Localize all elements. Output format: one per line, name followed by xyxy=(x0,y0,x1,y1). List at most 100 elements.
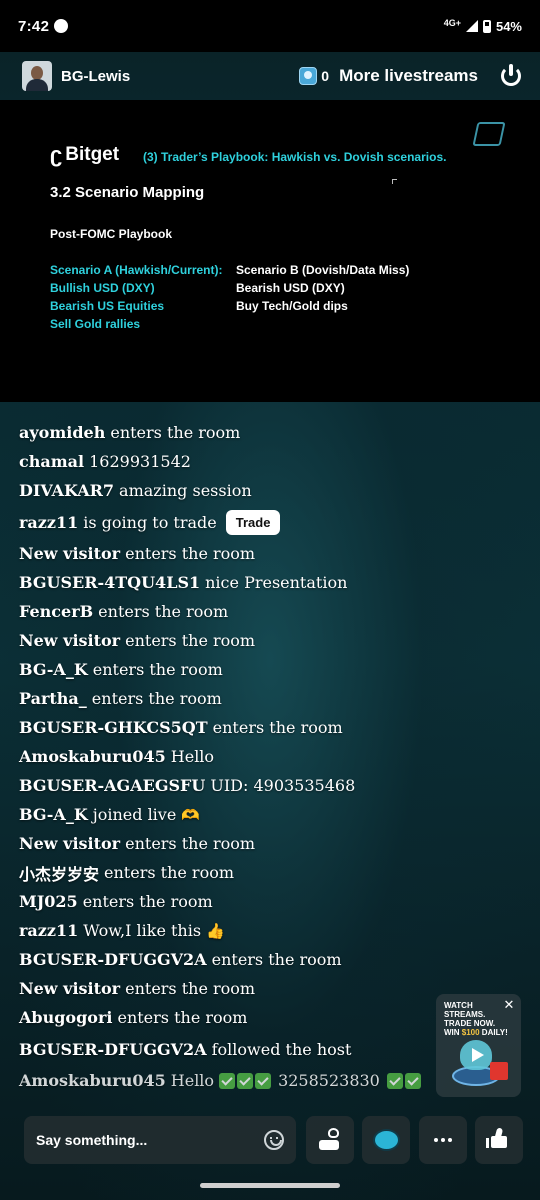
chat-username[interactable]: Partha_ xyxy=(19,689,87,708)
chat-message: BG-A_K enters the room xyxy=(19,655,419,684)
chat-message: New visitor enters the room xyxy=(19,829,419,858)
video-player[interactable]: ʗ Bitget (3) Trader’s Playbook: Hawkish … xyxy=(0,100,540,402)
chat-message: New visitor enters the room xyxy=(19,974,419,1003)
chat-message: 小杰岁岁安 enters the room xyxy=(19,858,419,887)
chat-text: enters the room xyxy=(82,892,213,911)
chat-text: is going to trade xyxy=(83,512,217,532)
slide-title: (3) Trader’s Playbook: Hawkish vs. Dovis… xyxy=(143,150,447,164)
play-icon xyxy=(472,1048,484,1062)
host-avatar[interactable] xyxy=(22,61,52,91)
chat-text: amazing session xyxy=(119,481,252,500)
viewer-icon xyxy=(299,67,318,85)
chat-username[interactable]: razz11 xyxy=(19,513,78,532)
close-icon[interactable]: ✕ xyxy=(503,998,515,1011)
chat-username[interactable]: BG-A_K xyxy=(19,660,88,679)
chat-username[interactable]: 小杰岁岁安 xyxy=(19,861,99,885)
more-button[interactable] xyxy=(419,1116,467,1164)
chat-username[interactable]: New visitor xyxy=(19,979,120,998)
chat-message: BG-A_K joined live 🫶 xyxy=(19,800,419,829)
chat-input[interactable]: Say something... xyxy=(24,1116,296,1164)
check-mark-icon xyxy=(255,1072,272,1089)
home-indicator[interactable] xyxy=(200,1183,340,1188)
chat-username[interactable]: Abugogori xyxy=(19,1008,112,1027)
chat-username[interactable]: Amoskaburu045 xyxy=(19,747,166,766)
heart-hands-icon: 🫶 xyxy=(181,805,200,824)
chat-text: enters the room xyxy=(125,631,256,650)
scenario-a-line: Bullish USD (DXY) xyxy=(50,281,155,295)
like-button[interactable] xyxy=(475,1116,523,1164)
status-bar: 7:42 4G+ 54% xyxy=(0,0,540,52)
chat-text: UID: 4903535468 xyxy=(210,776,356,795)
chat-message: chamal 1629931542 xyxy=(19,447,419,476)
chat-username[interactable]: DIVAKAR7 xyxy=(19,481,114,500)
chat-text: enters the room xyxy=(212,718,343,737)
chat-username[interactable]: ayomideh xyxy=(19,423,105,442)
network-type: 4G+ xyxy=(443,18,461,28)
coin-button[interactable] xyxy=(362,1116,410,1164)
chat-text: 1629931542 xyxy=(89,452,191,471)
notification-dot-icon xyxy=(54,19,69,33)
chat-username[interactable]: BGUSER-DFUGGV2A xyxy=(19,1040,207,1059)
chat-username[interactable]: FencerB xyxy=(19,602,93,621)
trade-button[interactable]: Trade xyxy=(225,509,281,535)
coin-icon xyxy=(373,1129,400,1151)
chat-message: BGUSER-DFUGGV2A followed the host xyxy=(19,1032,419,1066)
scenario-b-line: Bearish USD (DXY) xyxy=(236,281,345,295)
host-name[interactable]: BG-Lewis xyxy=(61,68,130,85)
thumbs-up-emoji-icon: 👍 xyxy=(206,921,225,940)
chat-message: FencerB enters the room xyxy=(19,597,419,626)
cursor-icon xyxy=(392,179,397,184)
chat-text: enters the room xyxy=(104,863,235,882)
promo-widget[interactable]: WATCH STREAMS. TRADE NOW. WIN $100 DAILY… xyxy=(436,994,521,1097)
chat-message: ayomideh enters the room xyxy=(19,418,419,447)
battery-icon xyxy=(482,19,491,33)
viewer-counter: 0 xyxy=(299,67,329,85)
chat-username[interactable]: New visitor xyxy=(19,544,120,563)
bitget-logo: ʗ Bitget xyxy=(50,142,120,167)
chat-message: New visitor enters the room xyxy=(19,539,419,568)
chat-username[interactable]: BGUSER-4TQU4LS1 xyxy=(19,573,200,592)
chat-message: New visitor enters the room xyxy=(19,626,419,655)
gift-button[interactable] xyxy=(306,1116,354,1164)
status-time: 7:42 xyxy=(18,17,50,35)
chat-text: enters the room xyxy=(117,1008,248,1027)
chat-username[interactable]: razz11 xyxy=(19,921,78,940)
chat-message: MJ025 enters the room xyxy=(19,887,419,916)
chat-username[interactable]: BGUSER-AGAEGSFU xyxy=(19,776,205,795)
chat-username[interactable]: New visitor xyxy=(19,631,120,650)
chat-username[interactable]: BGUSER-GHKCS5QT xyxy=(19,718,208,737)
chat-text: nice Presentation xyxy=(205,573,348,592)
chat-text: enters the room xyxy=(110,423,241,442)
chat-text: enters the room xyxy=(125,834,256,853)
scenario-b-line: Buy Tech/Gold dips xyxy=(236,299,348,313)
chat-text: joined live xyxy=(92,805,177,824)
chat-username[interactable]: MJ025 xyxy=(19,892,78,911)
chat-feed[interactable]: ayomideh enters the room chamal 1629931542… xyxy=(19,418,421,1095)
chat-username[interactable]: chamal xyxy=(19,452,84,471)
thumbs-up-icon xyxy=(486,1136,507,1148)
bitget-logo-icon: ʗ xyxy=(50,142,63,167)
promo-illustration xyxy=(446,1038,514,1092)
chat-username[interactable]: BG-A_K xyxy=(19,805,88,824)
chat-text: enters the room xyxy=(125,979,256,998)
check-mark-icon xyxy=(386,1072,403,1089)
more-livestreams-link[interactable]: More livestreams xyxy=(339,66,478,86)
smile-icon[interactable] xyxy=(264,1130,284,1150)
chat-input-placeholder: Say something... xyxy=(36,1132,148,1148)
chat-message: razz11 is going to trade Trade xyxy=(19,505,419,539)
chat-message: Partha_ enters the room xyxy=(19,684,419,713)
signal-icon xyxy=(465,20,478,32)
chat-username[interactable]: BGUSER-DFUGGV2A xyxy=(19,950,207,969)
chat-username[interactable]: New visitor xyxy=(19,834,120,853)
scenario-a-list: Scenario A (Hawkish/Current): Bullish US… xyxy=(50,261,222,333)
chat-text: followed the host xyxy=(211,1039,352,1059)
chat-username[interactable]: Amoskaburu045 xyxy=(19,1071,166,1090)
power-icon[interactable] xyxy=(500,64,522,87)
scenario-b-list: Scenario B (Dovish/Data Miss) Bearish US… xyxy=(236,261,409,315)
battery-percent: 54% xyxy=(495,18,522,34)
chat-text-number: 3258523830 xyxy=(278,1071,380,1090)
scenario-a-line: Sell Gold rallies xyxy=(50,317,141,331)
viewer-count: 0 xyxy=(321,68,330,84)
gift-hand-icon xyxy=(319,1140,339,1150)
chat-message: Amoskaburu045 Hello xyxy=(19,742,419,771)
